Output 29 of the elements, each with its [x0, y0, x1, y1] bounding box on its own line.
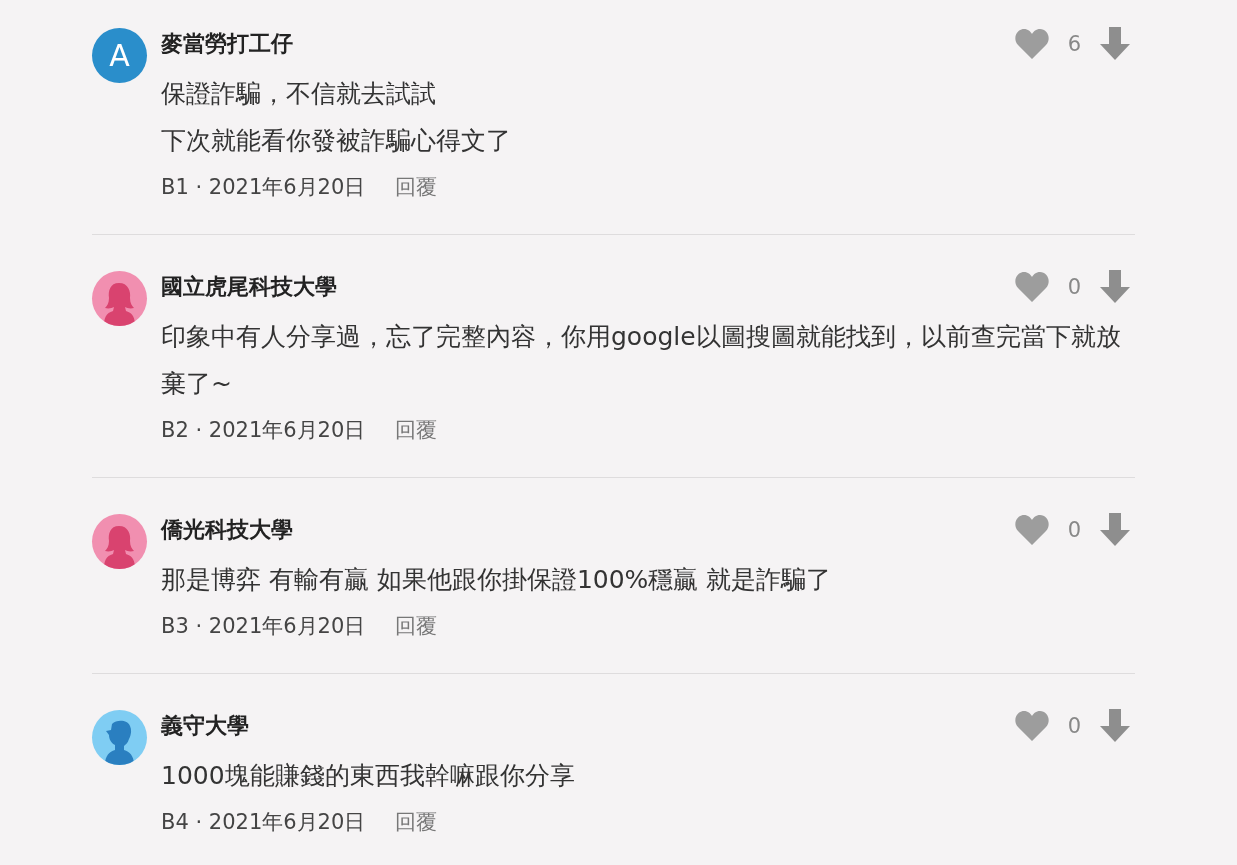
floor-and-date: B2 · 2021年6月20日	[161, 417, 366, 444]
floor-and-date: B3 · 2021年6月20日	[161, 613, 366, 640]
comment-text: 那是博弈 有輸有贏 如果他跟你掛保證100%穩贏 就是詐騙了	[161, 564, 833, 596]
author-name: 麥當勞打工仔	[161, 30, 294, 58]
author-name: 義守大學	[161, 712, 250, 740]
reply-link[interactable]: 回覆	[395, 171, 438, 203]
like-count: 0	[1066, 275, 1083, 299]
author-name: 國立虎尾科技大學	[161, 273, 338, 301]
like-count: 0	[1066, 518, 1083, 542]
reply-link[interactable]: 回覆	[395, 806, 438, 838]
heart-icon[interactable]	[1014, 271, 1050, 303]
comment-text: 印象中有人分享過，忘了完整內容，你用google以圖搜圖就能找到，以前查完當下就放棄了~	[161, 321, 1122, 400]
down-arrow-icon[interactable]	[1099, 709, 1131, 743]
reply-link[interactable]: 回覆	[395, 610, 438, 642]
avatar-icon: A	[92, 28, 147, 83]
comment-text: 1000塊能賺錢的東西我幹嘛跟你分享	[161, 760, 576, 792]
down-arrow-icon[interactable]	[1099, 27, 1131, 61]
down-arrow-icon[interactable]	[1099, 513, 1131, 547]
like-count: 6	[1066, 32, 1083, 56]
heart-icon[interactable]	[1014, 710, 1050, 742]
author-name: 僑光科技大學	[161, 516, 294, 544]
heart-icon[interactable]	[1014, 514, 1050, 546]
comment-text: 保證詐騙，不信就去試試 下次就能看你發被詐騙心得文了	[161, 78, 512, 157]
down-arrow-icon[interactable]	[1099, 270, 1131, 304]
like-count: 0	[1066, 714, 1083, 738]
floor-and-date: B4 · 2021年6月20日	[161, 809, 366, 836]
reply-link[interactable]: 回覆	[395, 414, 438, 446]
heart-icon[interactable]	[1014, 28, 1050, 60]
floor-and-date: B1 · 2021年6月20日	[161, 174, 366, 201]
